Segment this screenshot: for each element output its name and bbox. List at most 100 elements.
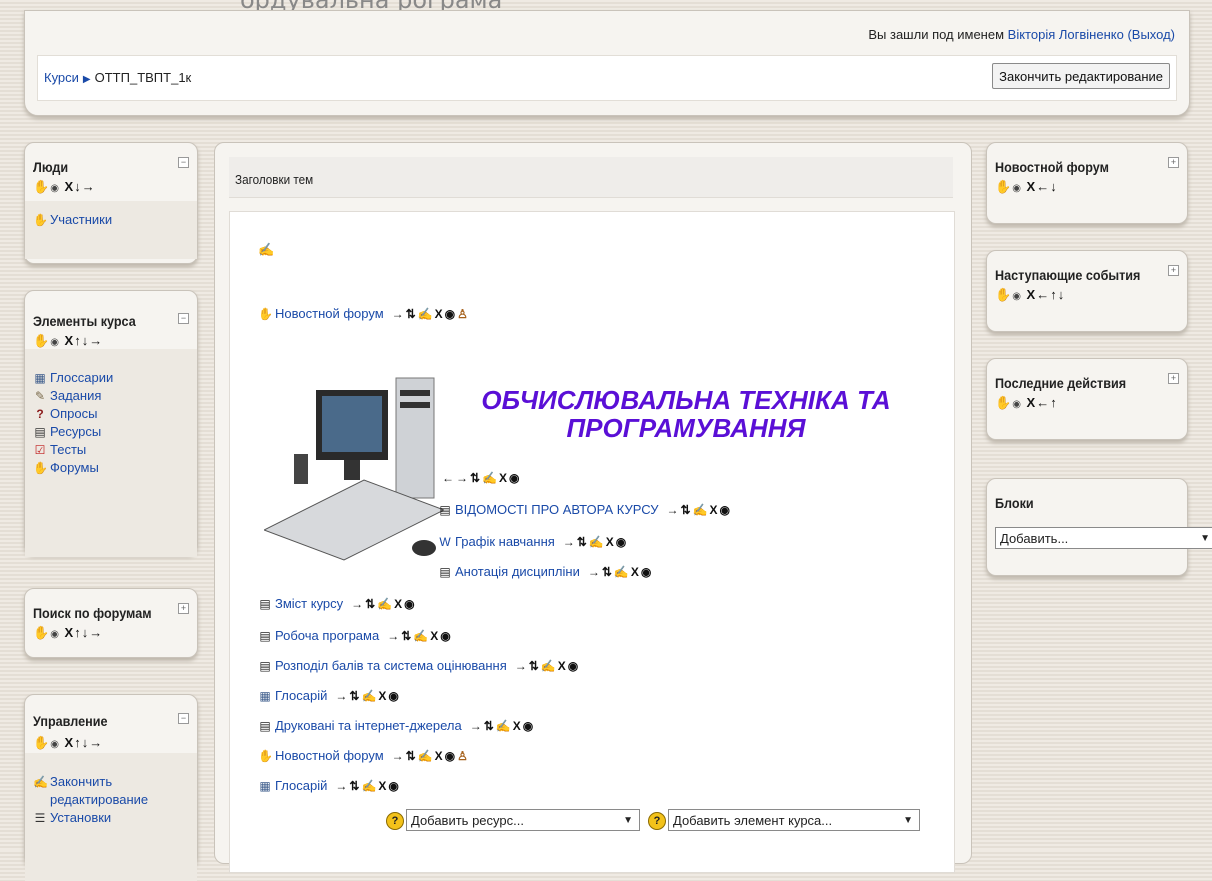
move-up-icon[interactable]: ↑ (74, 735, 82, 750)
monitor-stand (344, 460, 360, 480)
move-right-icon[interactable]: → (89, 625, 103, 640)
user-profile-link[interactable]: Вікторія Логвіненко (1008, 27, 1124, 42)
label-edit-controls[interactable]: ←→⇅✍X◉ (442, 470, 521, 485)
section-header: Заголовки тем (229, 157, 953, 198)
edit-controls-icons[interactable]: →⇅✍X◉♙ (392, 749, 470, 763)
edit-controls-icons[interactable]: →⇅✍X◉ (470, 719, 535, 733)
assignments-link[interactable]: Задания (50, 388, 101, 403)
resources-link[interactable]: Ресурсы (50, 424, 101, 439)
breadcrumb-separator-icon: ▶ (82, 74, 91, 85)
collapse-icon[interactable]: − (178, 713, 189, 724)
hide-eye-icon[interactable]: ◉ (50, 183, 60, 194)
finish-editing-link-cont[interactable]: редактирование (50, 792, 148, 807)
resource-row: ▤ Робоча програма →⇅✍X◉ (258, 628, 453, 643)
hide-eye-icon[interactable]: ◉ (50, 337, 60, 348)
resource-link[interactable]: ВІДОМОСТІ ПРО АВТОРА КУРСУ (455, 502, 658, 517)
expand-icon[interactable]: + (178, 603, 189, 614)
block-title: Элементы курса (33, 313, 136, 329)
assign-roles-icon[interactable]: ✋ (33, 179, 50, 194)
participants-link[interactable]: Участники (50, 212, 112, 227)
move-up-icon[interactable]: ↑ (1050, 395, 1058, 410)
edit-controls-icons[interactable]: →⇅✍X◉ (515, 659, 580, 673)
expand-icon[interactable]: + (1168, 265, 1179, 276)
help-icon[interactable]: ? (386, 812, 404, 830)
move-left-icon[interactable]: ← (1036, 395, 1050, 410)
resource-link[interactable]: Зміст курсу (275, 596, 343, 611)
resource-link[interactable]: Глосарій (275, 778, 327, 793)
course-content: ✍ ✋ Новостной форум →⇅✍X◉♙ ОБЧИСЛЮВАЛЬНА Т… (229, 211, 955, 873)
delete-icon[interactable]: X (65, 735, 75, 750)
edit-controls-icons[interactable]: →⇅✍X◉ (563, 535, 628, 549)
edit-controls-icons[interactable]: →⇅✍X◉ (335, 689, 400, 703)
hide-eye-icon[interactable]: ◉ (1012, 183, 1022, 194)
edit-controls-icons[interactable]: →⇅✍X◉ (387, 629, 452, 643)
resource-link[interactable]: Анотація дисципліни (455, 564, 580, 579)
glossaries-link[interactable]: Глоссарии (50, 370, 113, 385)
expand-icon[interactable]: + (1168, 157, 1179, 168)
hide-eye-icon[interactable]: ◉ (1012, 399, 1022, 410)
move-down-icon[interactable]: ↓ (1050, 179, 1058, 194)
edit-controls-icons[interactable]: →⇅✍X◉ (588, 565, 653, 579)
surveys-link[interactable]: Опросы (50, 406, 97, 421)
forums-link[interactable]: Форумы (50, 460, 99, 475)
edit-controls-icons[interactable]: →⇅✍X◉ (335, 779, 400, 793)
delete-icon[interactable]: X (65, 625, 75, 640)
expand-icon[interactable]: + (1168, 373, 1179, 384)
move-left-icon[interactable]: ← (1036, 179, 1050, 194)
move-down-icon[interactable]: ↓ (74, 179, 82, 194)
move-up-icon[interactable]: ↑ (1050, 287, 1058, 302)
delete-icon[interactable]: X (1027, 179, 1037, 194)
edit-controls-icons[interactable]: →⇅✍X◉ (351, 597, 416, 611)
assign-roles-icon[interactable]: ✋ (33, 735, 50, 750)
logout-link[interactable]: (Выход) (1127, 27, 1175, 42)
move-right-icon[interactable]: → (89, 333, 103, 348)
hide-eye-icon[interactable]: ◉ (50, 739, 60, 750)
move-down-icon[interactable]: ↓ (1058, 287, 1066, 302)
resource-link[interactable]: Глосарій (275, 688, 327, 703)
resource-row: ▤ Розподіл балів та система оцінювання →⇅✍… (258, 658, 580, 673)
delete-icon[interactable]: X (65, 179, 75, 194)
delete-icon[interactable]: X (1027, 287, 1037, 302)
assign-roles-icon[interactable]: ✋ (995, 287, 1012, 302)
people-icon: ✋ (33, 213, 48, 227)
news-forum-row: ✋ Новостной форум →⇅✍X◉♙ (258, 306, 470, 321)
resource-link[interactable]: Розподіл балів та система оцінювання (275, 658, 507, 673)
add-activity-select[interactable]: Добавить элемент курса... ▼ (668, 809, 920, 831)
add-block-select[interactable]: Добавить... ▼ (995, 527, 1212, 549)
resource-link[interactable]: Робоча програма (275, 628, 379, 643)
news-forum-link[interactable]: Новостной форум (275, 306, 384, 321)
help-icon[interactable]: ? (648, 812, 666, 830)
move-right-icon[interactable]: → (89, 735, 103, 750)
resource-icon: ▤ (259, 597, 271, 611)
resource-link[interactable]: Новостной форум (275, 748, 384, 763)
add-resource-select[interactable]: Добавить ресурс... ▼ (406, 809, 640, 831)
assign-roles-icon[interactable]: ✋ (33, 333, 50, 348)
edit-summary-icon[interactable]: ✍ (258, 242, 274, 258)
collapse-icon[interactable]: − (178, 313, 189, 324)
edit-controls-icons[interactable]: →⇅✍X◉ (666, 503, 731, 517)
hide-eye-icon[interactable]: ◉ (1012, 291, 1022, 302)
collapse-icon[interactable]: − (178, 157, 189, 168)
assign-roles-icon[interactable]: ✋ (995, 395, 1012, 410)
assign-roles-icon[interactable]: ✋ (33, 625, 50, 640)
finish-editing-button[interactable]: Закончить редактирование (992, 63, 1170, 89)
settings-link[interactable]: Установки (50, 810, 111, 825)
move-right-icon[interactable]: → (82, 179, 96, 194)
tower-drive-2 (400, 402, 430, 408)
resource-link[interactable]: Графік навчання (455, 534, 555, 549)
breadcrumb-courses[interactable]: Курси (44, 70, 79, 85)
finish-editing-link[interactable]: Закончить (50, 774, 112, 789)
assign-roles-icon[interactable]: ✋ (995, 179, 1012, 194)
quizzes-link[interactable]: Тесты (50, 442, 86, 457)
edit-controls-icons[interactable]: →⇅✍X◉♙ (392, 307, 470, 321)
hide-eye-icon[interactable]: ◉ (50, 629, 60, 640)
section-title: Заголовки тем (235, 172, 314, 187)
move-left-icon[interactable]: ← (1036, 287, 1050, 302)
move-up-icon[interactable]: ↑ (74, 625, 82, 640)
move-up-icon[interactable]: ↑ (74, 333, 82, 348)
resource-link[interactable]: Друковані та інтернет-джерела (275, 718, 462, 733)
delete-icon[interactable]: X (1027, 395, 1037, 410)
delete-icon[interactable]: X (65, 333, 75, 348)
block-controls: ✋◉ X←↑↓ (995, 287, 1065, 303)
mouse (412, 540, 436, 556)
